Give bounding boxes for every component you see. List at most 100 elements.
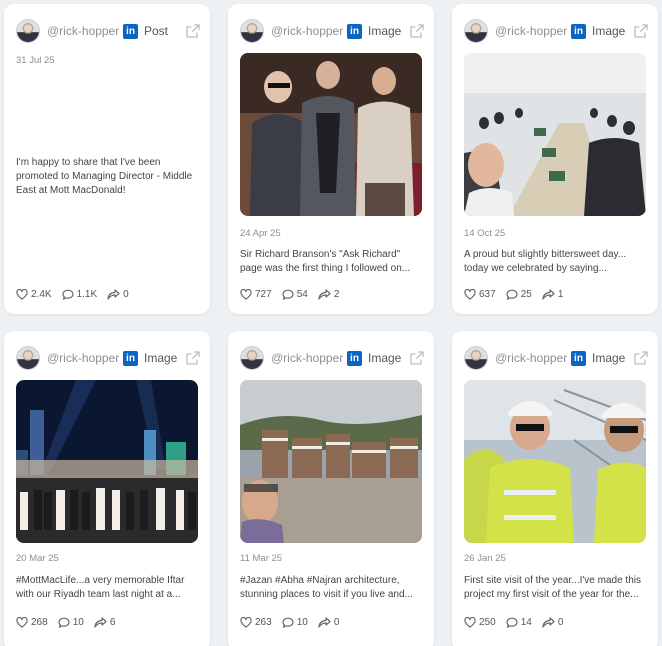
author-handle[interactable]: @rick-hopper (495, 351, 569, 365)
post-grid: @rick-hopper in Post 31 Jul 25 I'm happy… (0, 0, 662, 646)
card-header: @rick-hopper in Image (464, 345, 648, 371)
likes-stat: 637 (464, 288, 496, 300)
external-link-icon[interactable] (410, 24, 424, 38)
comments-count: 14 (520, 616, 532, 628)
post-type-label: Image (368, 24, 402, 38)
comment-icon (61, 289, 74, 300)
share-icon (542, 616, 555, 628)
share-icon (107, 288, 120, 300)
external-link-icon[interactable] (634, 24, 648, 38)
author-handle[interactable]: @rick-hopper (271, 351, 345, 365)
avatar (240, 346, 264, 370)
shares-count: 2 (333, 288, 340, 300)
shares-stat: 6 (94, 616, 116, 628)
external-link-icon[interactable] (634, 351, 648, 365)
post-stats: 263 10 0 (240, 615, 349, 629)
avatar (464, 19, 488, 43)
avatar (464, 346, 488, 370)
shares-stat: 1 (542, 288, 564, 300)
avatar (16, 19, 40, 43)
linkedin-icon: in (347, 350, 362, 366)
shares-count: 0 (333, 616, 340, 628)
comments-count: 25 (520, 288, 532, 300)
post-text: Sir Richard Branson's "Ask Richard" page… (240, 249, 411, 274)
post-image[interactable] (464, 380, 646, 543)
share-icon (318, 616, 331, 628)
comment-icon (58, 617, 70, 628)
author-handle[interactable]: @rick-hopper (495, 24, 569, 38)
linkedin-icon: in (123, 350, 138, 366)
shares-count: 6 (109, 616, 116, 628)
post-card[interactable]: @rick-hopper in Image (452, 4, 658, 314)
card-header: @rick-hopper in Image (240, 18, 424, 44)
post-card[interactable]: @rick-hopper in Image 24 Apr 25 Sir Rich… (228, 4, 434, 314)
linkedin-icon: in (347, 23, 362, 39)
author-handle[interactable]: @rick-hopper (271, 24, 345, 38)
likes-stat: 2.4K (16, 288, 52, 300)
post-card[interactable]: @rick-hopper in Image (452, 331, 658, 646)
comments-stat: 14 (506, 617, 532, 628)
post-card[interactable]: @rick-hopper in Post 31 Jul 25 I'm happy… (4, 4, 210, 314)
shares-stat: 2 (318, 288, 340, 300)
likes-count: 268 (31, 616, 48, 628)
post-type-label: Image (592, 351, 626, 365)
post-date: 14 Oct 25 (464, 228, 506, 239)
card-header: @rick-hopper in Image (464, 18, 648, 44)
post-date: 20 Mar 25 (16, 553, 59, 564)
post-stats: 2.4K 1.1K 0 (16, 287, 139, 301)
shares-stat: 0 (318, 616, 340, 628)
comments-stat: 25 (506, 289, 532, 300)
avatar (240, 19, 264, 43)
external-link-icon[interactable] (410, 351, 424, 365)
comment-icon (282, 289, 294, 300)
share-icon (94, 616, 107, 628)
post-date: 11 Mar 25 (240, 553, 283, 564)
likes-count: 263 (255, 616, 272, 628)
likes-count: 250 (479, 616, 496, 628)
comments-stat: 10 (282, 617, 308, 628)
external-link-icon[interactable] (186, 351, 200, 365)
shares-stat: 0 (107, 289, 129, 300)
likes-stat: 250 (464, 616, 496, 628)
heart-icon (240, 288, 252, 300)
post-stats: 727 54 2 (240, 287, 349, 301)
comments-count: 1.1K (76, 288, 98, 300)
post-image[interactable] (240, 380, 422, 543)
comment-icon (282, 617, 294, 628)
likes-stat: 727 (240, 288, 272, 300)
author-handle[interactable]: @rick-hopper (47, 24, 121, 38)
post-stats: 268 10 6 (16, 615, 125, 629)
shares-count: 0 (557, 616, 564, 628)
heart-icon (240, 616, 252, 628)
post-type-label: Post (144, 24, 169, 38)
post-card[interactable]: @rick-hopper in Image (4, 331, 210, 646)
post-card[interactable]: @rick-hopper in Image (228, 331, 434, 646)
likes-count: 637 (479, 288, 496, 300)
post-text: #Jazan #Abha #Najran architecture, stunn… (240, 575, 413, 600)
post-text: #MottMacLife...a very memorable Iftar wi… (16, 575, 185, 600)
post-stats: 250 14 0 (464, 615, 573, 629)
card-header: @rick-hopper in Image (240, 345, 424, 371)
heart-icon (464, 616, 476, 628)
comments-stat: 1.1K (61, 288, 98, 300)
author-handle[interactable]: @rick-hopper (47, 351, 121, 365)
external-link-icon[interactable] (186, 24, 200, 38)
likes-stat: 263 (240, 616, 272, 628)
card-header: @rick-hopper in Image (16, 345, 200, 371)
shares-count: 1 (557, 288, 564, 300)
likes-stat: 268 (16, 616, 48, 628)
comment-icon (506, 617, 518, 628)
shares-count: 0 (123, 288, 129, 300)
linkedin-icon: in (571, 350, 586, 366)
post-image[interactable] (16, 380, 198, 543)
card-header: @rick-hopper in Post (16, 18, 200, 44)
post-date: 24 Apr 25 (240, 228, 281, 239)
post-image[interactable] (464, 53, 646, 216)
post-type-label: Image (144, 351, 178, 365)
post-text: I'm happy to share that I've been promot… (16, 157, 193, 196)
post-image[interactable] (240, 53, 422, 216)
comments-stat: 54 (282, 289, 308, 300)
comments-stat: 10 (58, 617, 84, 628)
shares-stat: 0 (542, 616, 564, 628)
post-type-label: Image (592, 24, 626, 38)
